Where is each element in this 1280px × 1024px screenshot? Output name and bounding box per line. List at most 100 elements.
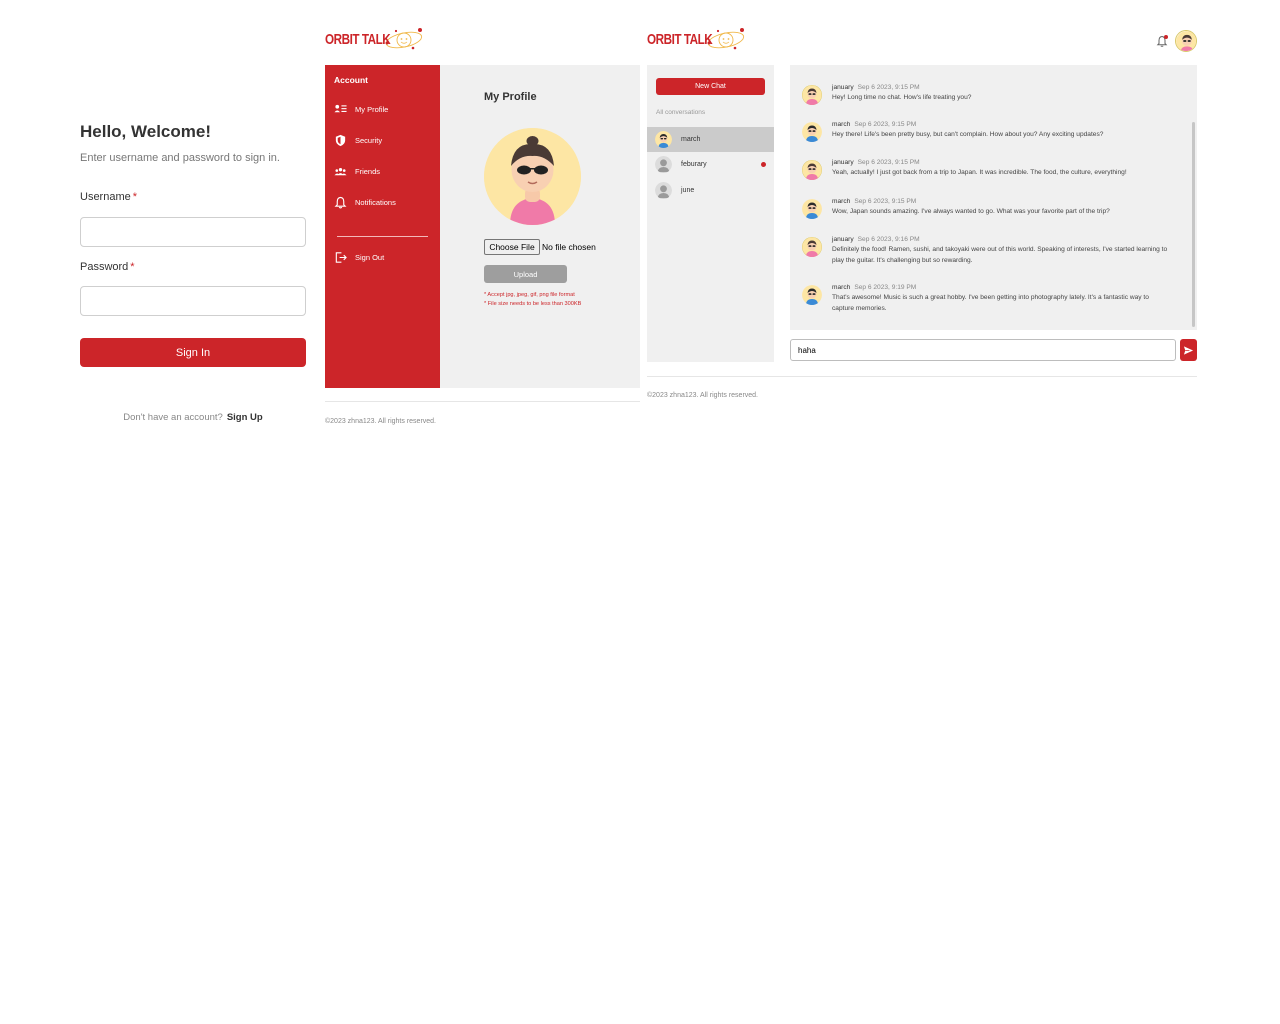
default-avatar-icon (655, 182, 672, 199)
message-avatar (802, 285, 822, 305)
message-time: Sep 6 2023, 9:15 PM (854, 198, 917, 205)
message-body: march Sep 6 2023, 9:15 PM Hey there! Life… (832, 120, 1103, 142)
message-header: march Sep 6 2023, 9:15 PM (832, 197, 1110, 207)
conversation-name: march (681, 136, 701, 143)
username-input[interactable] (80, 217, 306, 247)
conversation-item-feburary[interactable]: feburary (647, 152, 774, 177)
default-avatar-icon (655, 156, 672, 173)
avatar-pink-icon (802, 237, 822, 257)
message-sender: january (832, 159, 854, 166)
no-account-text: Don't have an account? (123, 412, 223, 423)
send-icon (1183, 345, 1194, 355)
messages-scrollbar[interactable] (1192, 122, 1195, 327)
message-avatar (802, 199, 822, 219)
message-body: march Sep 6 2023, 9:19 PM That's awesome!… (832, 283, 1172, 314)
conversation-item-march[interactable]: march (647, 127, 774, 152)
message-sender: january (832, 236, 854, 243)
all-conversations-label: All conversations (656, 109, 706, 116)
sidebar-item-friends[interactable]: Friends (334, 165, 380, 178)
message-avatar (802, 122, 822, 142)
friends-icon (334, 167, 347, 176)
login-subtitle: Enter username and password to sign in. (80, 152, 280, 164)
chat-footer-divider (647, 376, 1197, 377)
message-time: Sep 6 2023, 9:19 PM (854, 284, 917, 291)
profile-footer: ©2023 zhna123. All rights reserved. (325, 418, 437, 425)
message-input[interactable]: haha (790, 339, 1176, 361)
username-label-text: Username (80, 191, 131, 203)
message-header: march Sep 6 2023, 9:19 PM (832, 283, 1172, 293)
character-avatar-icon (484, 128, 581, 225)
sign-in-button[interactable]: Sign In (80, 338, 306, 367)
message-text: Definitely the food! Ramen, sushi, and t… (832, 246, 1168, 264)
bell-icon (334, 196, 347, 209)
profile-footer-divider (325, 401, 640, 402)
message-item: january Sep 6 2023, 9:16 PM Definitely th… (802, 235, 1172, 266)
notification-bell-icon[interactable] (1155, 34, 1169, 48)
message-time: Sep 6 2023, 9:15 PM (857, 84, 920, 91)
sidebar-item-label: My Profile (355, 105, 389, 114)
message-header: january Sep 6 2023, 9:15 PM (832, 83, 971, 93)
message-item: march Sep 6 2023, 9:15 PM Hey there! Life… (802, 120, 1172, 142)
sidebar-item-label: Friends (355, 167, 381, 176)
sidebar-title: Account (334, 75, 368, 85)
unread-indicator (761, 162, 766, 167)
sidebar-item-notifications[interactable]: Notifications (334, 196, 396, 209)
user-avatar[interactable] (1175, 30, 1197, 52)
logo-text: ORBIT TALK (325, 30, 391, 48)
avatar-pink-icon (802, 160, 822, 180)
message-text: Hey! Long time no chat. How's life treat… (832, 94, 972, 101)
sidebar-item-label: Security (355, 136, 383, 145)
sign-up-link[interactable]: Sign Up (227, 412, 263, 423)
message-time: Sep 6 2023, 9:15 PM (857, 159, 920, 166)
sign-out-icon (335, 252, 347, 263)
message-item: january Sep 6 2023, 9:15 PM Yeah, actuall… (802, 158, 1172, 180)
message-time: Sep 6 2023, 9:16 PM (857, 236, 920, 243)
message-text: Hey there! Life's been pretty busy, but … (832, 131, 1104, 138)
profile-title: My Profile (484, 91, 537, 103)
chat-footer: ©2023 zhna123. All rights reserved. (647, 392, 759, 399)
message-body: january Sep 6 2023, 9:15 PM Yeah, actuall… (832, 158, 1127, 180)
profile-avatar (484, 128, 581, 225)
message-item: march Sep 6 2023, 9:19 PM That's awesome!… (802, 283, 1172, 314)
avatar-sunglasses-icon (655, 131, 672, 148)
new-chat-button[interactable]: New Chat (656, 78, 765, 95)
account-sidebar: Account My Profile Security Friends Noti… (325, 65, 440, 388)
message-header: january Sep 6 2023, 9:15 PM (832, 158, 1127, 168)
send-button[interactable] (1180, 339, 1197, 361)
username-label: Username * (80, 191, 137, 203)
sidebar-item-security[interactable]: Security (334, 134, 382, 147)
sign-out-label: Sign Out (355, 253, 385, 262)
message-header: january Sep 6 2023, 9:16 PM (832, 235, 1172, 245)
shield-icon (335, 134, 346, 147)
sign-out-button[interactable]: Sign Out (334, 251, 384, 264)
conversation-avatar (655, 131, 672, 148)
logo[interactable]: ORBIT TALK (325, 26, 425, 52)
message-avatar (802, 160, 822, 180)
message-body: january Sep 6 2023, 9:16 PM Definitely th… (832, 235, 1172, 266)
message-sender: march (832, 284, 851, 291)
message-sender: march (832, 198, 851, 205)
message-item: january Sep 6 2023, 9:15 PM Hey! Long tim… (802, 83, 1172, 105)
message-text: That's awesome! Music is such a great ho… (832, 294, 1149, 312)
avatar-sunglasses-icon (802, 122, 822, 142)
message-body: january Sep 6 2023, 9:15 PM Hey! Long tim… (832, 83, 971, 105)
password-label: Password * (80, 261, 135, 273)
password-label-text: Password (80, 261, 129, 273)
required-mark: * (130, 261, 135, 273)
conversation-avatar (655, 182, 672, 199)
user-avatar-icon (1176, 31, 1196, 51)
sidebar-item-my-profile[interactable]: My Profile (334, 103, 388, 116)
password-input[interactable] (80, 286, 306, 316)
conversation-name: feburary (681, 161, 707, 168)
upload-button[interactable]: Upload (484, 265, 567, 283)
choose-file-button[interactable]: Choose File (484, 239, 540, 255)
conversation-avatar (655, 156, 672, 173)
login-title: Hello, Welcome! (80, 122, 211, 141)
size-note: * File size needs to be less than 300KB (484, 301, 582, 307)
conversation-item-june[interactable]: june (647, 178, 774, 203)
logo-text: ORBIT TALK (647, 30, 713, 48)
no-file-label: No file chosen (542, 242, 596, 252)
message-header: march Sep 6 2023, 9:15 PM (832, 120, 1103, 130)
message-sender: january (832, 84, 854, 91)
logo[interactable]: ORBIT TALK (647, 26, 747, 52)
